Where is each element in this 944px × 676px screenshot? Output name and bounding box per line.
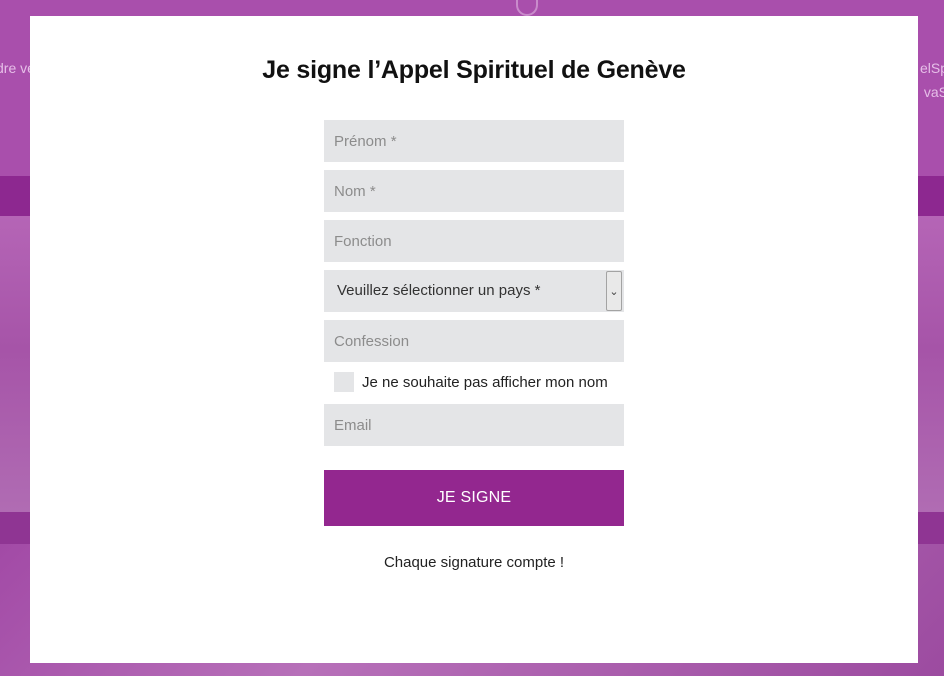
first-name-input[interactable] [324, 120, 624, 162]
hide-name-checkbox[interactable] [334, 372, 354, 392]
modal-title: Je signe l’Appel Spirituel de Genève [262, 56, 686, 84]
background-text-line: vaS [923, 84, 944, 100]
last-name-input[interactable] [324, 170, 624, 212]
confession-input[interactable] [324, 320, 624, 362]
chevron-down-icon[interactable]: ⌄ [606, 271, 622, 311]
background-text-right: elSp vaS [920, 56, 944, 104]
hide-name-label: Je ne souhaite pas afficher mon nom [362, 373, 608, 391]
function-input[interactable] [324, 220, 624, 262]
sign-button[interactable]: JE SIGNE [324, 470, 624, 526]
hide-name-option: Je ne souhaite pas afficher mon nom [334, 371, 624, 393]
country-select-value: Veuillez sélectionner un pays * [337, 282, 541, 299]
signature-modal: Je signe l’Appel Spirituel de Genève Veu… [30, 16, 918, 663]
email-input[interactable] [324, 404, 624, 446]
background-text-line: elSp [919, 60, 944, 76]
footnote-text: Chaque signature compte ! [383, 554, 565, 571]
country-select[interactable]: Veuillez sélectionner un pays * ⌄ [324, 270, 624, 312]
